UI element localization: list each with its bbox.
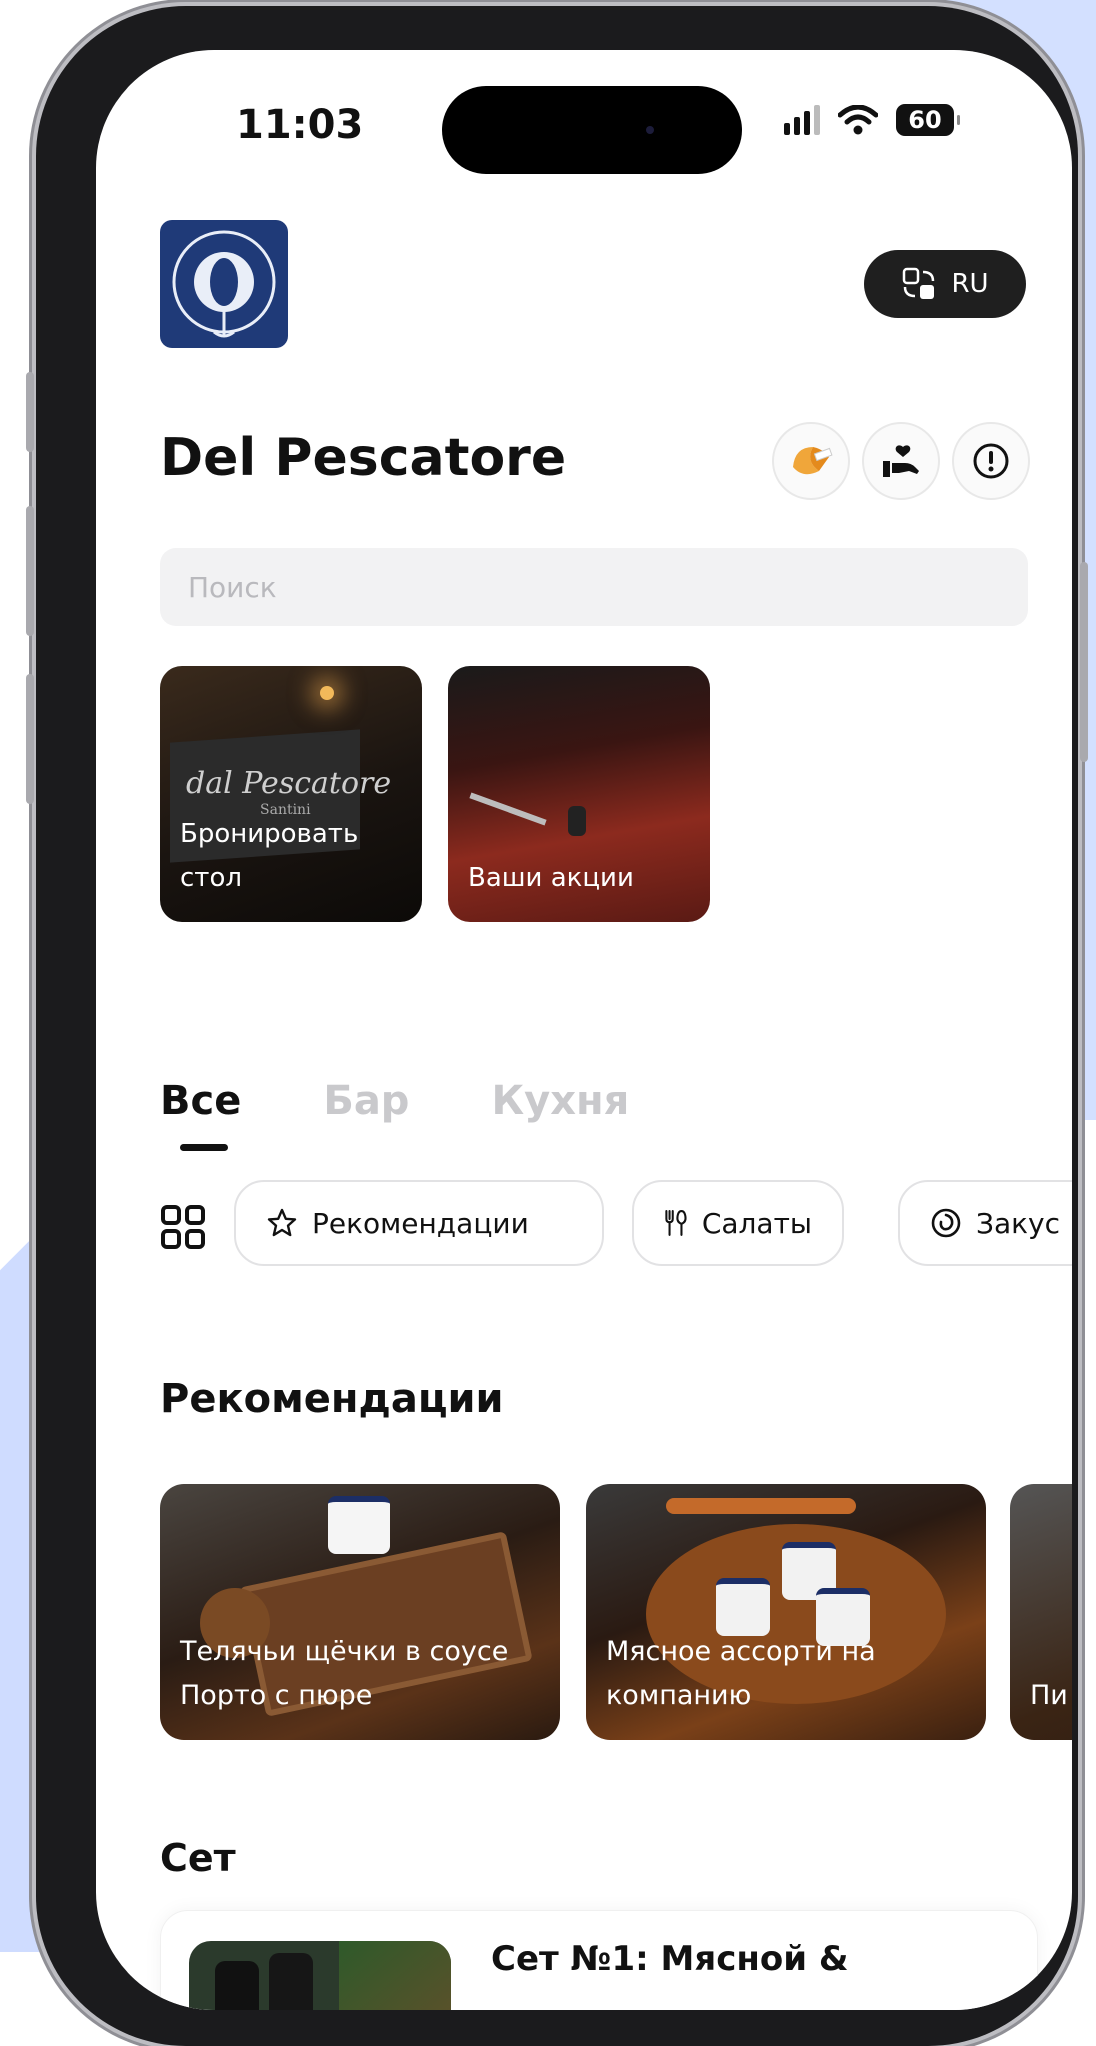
promo-card-booking[interactable]: dal Pescatore Santini Бронировать стол (160, 666, 422, 922)
side-button-volume-up (26, 506, 34, 636)
side-button-volume-down (26, 674, 34, 804)
chip-recommendations[interactable]: Рекомендации (234, 1180, 604, 1266)
restaurant-logo[interactable] (160, 220, 288, 348)
set-item-title: Сет №1: Мясной & (491, 1939, 849, 1979)
side-button-silent (26, 372, 34, 452)
recommendation-card[interactable]: Мясное ассорти на компанию (586, 1484, 986, 1740)
recommendation-card[interactable]: Пи (1010, 1484, 1072, 1740)
chip-label: Рекомендации (312, 1206, 529, 1240)
info-button[interactable] (952, 422, 1030, 500)
fortune-cookie-button[interactable] (772, 422, 850, 500)
set-heading: Сет (160, 1836, 236, 1880)
signal-icon (784, 105, 820, 135)
promo-card-offers[interactable]: Ваши акции (448, 666, 710, 922)
camera-dot (646, 126, 654, 134)
language-button[interactable]: RU (864, 250, 1026, 318)
grid-icon[interactable] (160, 1204, 206, 1250)
bottle (269, 1953, 313, 2010)
set-item-card[interactable]: Сет №1: Мясной & (160, 1910, 1038, 2010)
page-title: Del Pescatore (160, 428, 567, 488)
recommendation-label: Мясное ассорти на компанию (606, 1636, 876, 1711)
greenery (339, 1941, 451, 2010)
search-input[interactable]: Поиск (160, 548, 1028, 626)
promo-sign-text: dal Pescatore (186, 766, 392, 801)
tab-bar[interactable]: Бар (323, 1078, 409, 1124)
status-time: 11:03 (236, 102, 364, 148)
battery-indicator: 60 (896, 104, 960, 136)
tips-button[interactable] (862, 422, 940, 500)
promo-label: Бронировать стол (180, 819, 359, 893)
chip-appetizers[interactable]: Закус (898, 1180, 1072, 1266)
hand-heart-icon (883, 445, 919, 477)
sauce-cup (716, 1578, 770, 1636)
cutlery-icon (665, 1210, 687, 1236)
wifi-icon (838, 105, 878, 135)
chip-salads[interactable]: Салаты (632, 1180, 844, 1266)
recommendation-label: Телячьи щёчки в соусе Порто с пюре (180, 1636, 509, 1711)
recommendations-heading: Рекомендации (160, 1376, 504, 1422)
recommendation-card[interactable]: Телячьи щёчки в соусе Порто с пюре (160, 1484, 560, 1740)
set-item-image (189, 1941, 451, 2010)
appetizer-icon (931, 1208, 961, 1238)
category-tabs: Все Бар Кухня (160, 1078, 629, 1124)
bottle (215, 1961, 259, 2010)
sauce-cup (328, 1496, 390, 1554)
dynamic-island (442, 86, 742, 174)
promo-label: Ваши акции (468, 863, 634, 893)
category-chips: Рекомендации Салаты Закус (160, 1180, 1072, 1272)
star-icon (267, 1208, 297, 1237)
logo-emblem-icon (172, 230, 276, 338)
promo-pepper (568, 806, 586, 836)
fortune-cookie-icon (793, 447, 833, 475)
chip-label: Салаты (701, 1206, 812, 1240)
language-label: RU (951, 269, 989, 299)
tab-kitchen[interactable]: Кухня (491, 1078, 629, 1124)
info-icon (973, 443, 1009, 479)
status-icons: 60 (784, 104, 960, 136)
active-tab-indicator (180, 1144, 228, 1151)
promo-cutlery (469, 792, 547, 826)
chip-label: Закус (976, 1206, 1060, 1240)
translate-icon (903, 267, 935, 299)
app-screen: 11:03 60 RU Del Pescatore Поиск dal Pesc… (96, 50, 1072, 2010)
dish-sausage (666, 1498, 856, 1514)
phone-frame: 11:03 60 RU Del Pescatore Поиск dal Pesc… (26, 6, 1088, 2046)
recommendation-label: Пи (1030, 1680, 1068, 1711)
side-button-power (1080, 562, 1088, 762)
tab-all[interactable]: Все (160, 1078, 241, 1124)
promo-lamp (320, 686, 334, 700)
